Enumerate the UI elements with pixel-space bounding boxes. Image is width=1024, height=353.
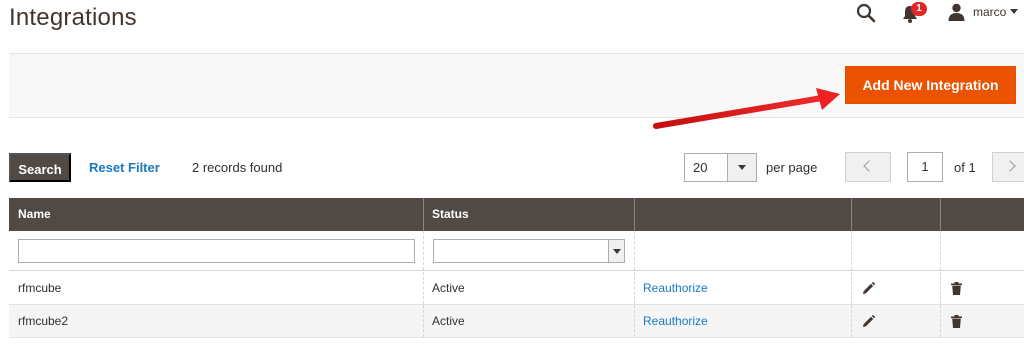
per-page-value: 20 xyxy=(693,160,708,175)
search-icon[interactable] xyxy=(856,3,876,23)
column-divider xyxy=(940,231,941,270)
total-pages-label: of 1 xyxy=(954,160,976,175)
column-divider xyxy=(851,272,852,304)
column-divider xyxy=(634,231,635,270)
user-menu-caret-icon[interactable] xyxy=(1010,9,1018,14)
name-filter-input[interactable] xyxy=(18,239,415,263)
trash-icon[interactable] xyxy=(951,315,962,328)
column-header-action xyxy=(634,198,851,231)
integration-name: rfmcube xyxy=(18,281,62,295)
reset-filter-link[interactable]: Reset Filter xyxy=(89,160,160,175)
column-divider xyxy=(940,272,941,304)
search-button[interactable]: Search xyxy=(9,153,71,182)
per-page-dropdown-icon[interactable] xyxy=(727,154,756,181)
column-divider xyxy=(423,231,424,270)
grid-header-row: Name Status xyxy=(9,198,1024,231)
user-name[interactable]: marco xyxy=(973,5,1006,19)
user-icon[interactable] xyxy=(948,3,965,21)
column-divider xyxy=(940,305,941,337)
notification-count-badge[interactable]: 1 xyxy=(911,2,927,16)
reauthorize-link[interactable]: Reauthorize xyxy=(634,305,708,338)
column-header-delete xyxy=(940,198,1024,231)
integration-status: Active xyxy=(432,314,465,328)
reauthorize-link[interactable]: Reauthorize xyxy=(634,272,708,305)
current-page-input[interactable]: 1 xyxy=(907,152,943,182)
per-page-select[interactable]: 20 xyxy=(684,153,757,182)
table-row: rfmcube2 Active Reauthorize xyxy=(9,305,1024,338)
pencil-icon[interactable] xyxy=(862,315,875,328)
grid-filter-row xyxy=(9,231,1024,271)
trash-icon[interactable] xyxy=(951,282,962,295)
chevron-right-icon xyxy=(1004,160,1016,172)
column-header-name[interactable]: Name xyxy=(9,198,424,231)
pencil-icon[interactable] xyxy=(862,282,875,295)
page-title: Integrations xyxy=(9,4,137,31)
next-page-button[interactable] xyxy=(992,152,1024,182)
chevron-left-icon xyxy=(863,160,875,172)
integration-name: rfmcube2 xyxy=(18,314,69,328)
records-found-count: 2 records found xyxy=(192,160,283,175)
status-filter-dropdown-icon[interactable] xyxy=(608,240,624,262)
table-row: rfmcube Active Reauthorize xyxy=(9,272,1024,305)
column-divider xyxy=(851,305,852,337)
status-filter-select[interactable] xyxy=(433,239,625,263)
previous-page-button[interactable] xyxy=(845,152,891,182)
add-new-integration-button[interactable]: Add New Integration xyxy=(845,66,1016,104)
annotation-arrow-icon xyxy=(653,88,840,129)
column-divider xyxy=(851,231,852,270)
per-page-label: per page xyxy=(766,160,818,175)
integration-status: Active xyxy=(432,281,465,295)
column-header-status[interactable]: Status xyxy=(423,198,634,231)
column-header-edit xyxy=(851,198,940,231)
